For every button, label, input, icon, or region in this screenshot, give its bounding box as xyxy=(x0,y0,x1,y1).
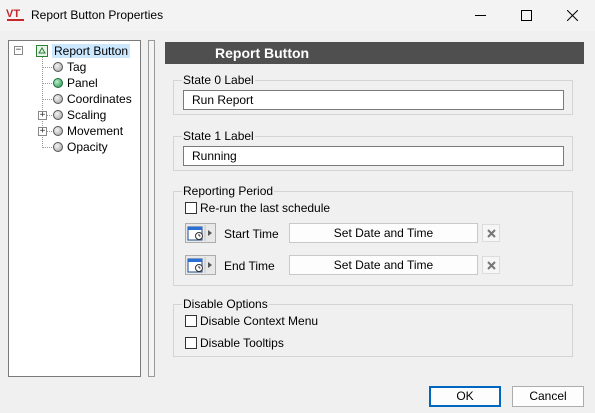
tree-item-opacity[interactable]: Opacity xyxy=(53,139,108,155)
tree-expand-toggle[interactable]: + xyxy=(38,111,47,120)
tree-item-label: Tag xyxy=(67,60,87,74)
tree-item-coordinates[interactable]: Coordinates xyxy=(53,91,132,107)
state1-label: State 1 Label xyxy=(182,129,255,143)
minimize-icon xyxy=(474,15,486,16)
ok-button[interactable]: OK xyxy=(429,386,501,407)
clear-x-icon xyxy=(486,260,496,270)
rerun-label: Re-run the last schedule xyxy=(200,201,331,215)
disable-context-menu-label: Disable Context Menu xyxy=(200,314,319,328)
disable-options-label: Disable Options xyxy=(182,297,269,311)
tree-item-label: Movement xyxy=(67,124,124,138)
disable-tooltips-checkbox[interactable] xyxy=(185,337,197,349)
properties-tree[interactable]: − Report Button Tag Panel Coordinates + … xyxy=(8,40,141,377)
state0-input[interactable]: Run Report xyxy=(183,90,564,110)
status-dot-icon xyxy=(53,142,63,152)
tree-item-panel[interactable]: Panel xyxy=(53,75,98,91)
clear-x-icon xyxy=(486,228,496,238)
end-set-date-button[interactable]: Set Date and Time xyxy=(289,255,478,275)
tree-item-label: Report Button xyxy=(52,44,131,58)
tree-item-label: Panel xyxy=(67,76,98,90)
tree-item-movement[interactable]: Movement xyxy=(53,123,123,139)
tree-item-label: Scaling xyxy=(67,108,107,122)
status-dot-icon xyxy=(53,62,63,72)
status-dot-active-icon xyxy=(53,78,63,88)
close-icon xyxy=(566,10,578,21)
calendar-clock-icon xyxy=(187,257,212,273)
tree-item-report-button[interactable]: Report Button xyxy=(36,43,131,59)
calendar-clock-icon xyxy=(187,225,212,241)
tree-expand-toggle[interactable]: + xyxy=(38,127,47,136)
start-clear-button[interactable] xyxy=(482,224,500,242)
status-dot-icon xyxy=(53,110,63,120)
disable-context-menu-checkbox[interactable] xyxy=(185,315,197,327)
disable-tooltips-label: Disable Tooltips xyxy=(200,336,284,350)
window-title: Report Button Properties xyxy=(31,8,164,22)
cancel-button[interactable]: Cancel xyxy=(512,386,584,407)
section-title: Report Button xyxy=(215,45,310,61)
minimize-button[interactable] xyxy=(457,0,503,31)
svg-text:VT: VT xyxy=(6,8,20,20)
start-calendar-button[interactable] xyxy=(185,223,216,243)
tree-item-scaling[interactable]: Scaling xyxy=(53,107,106,123)
close-button[interactable] xyxy=(549,0,595,31)
end-calendar-button[interactable] xyxy=(185,255,216,275)
title-bar: VT Report Button Properties xyxy=(0,0,595,31)
reporting-period-label: Reporting Period xyxy=(182,184,275,198)
tree-item-label: Opacity xyxy=(67,140,108,154)
start-time-label: Start Time xyxy=(224,227,279,241)
status-dot-icon xyxy=(53,94,63,104)
rerun-checkbox[interactable] xyxy=(185,202,197,214)
status-dot-icon xyxy=(53,126,63,136)
start-set-date-button[interactable]: Set Date and Time xyxy=(289,223,478,243)
tree-item-tag[interactable]: Tag xyxy=(53,59,86,75)
end-clear-button[interactable] xyxy=(482,256,500,274)
tree-collapse-toggle[interactable]: − xyxy=(14,46,23,55)
splitter[interactable] xyxy=(148,40,155,377)
vt-scada-logo-icon: VT xyxy=(6,6,26,24)
state0-label: State 0 Label xyxy=(182,73,255,87)
maximize-icon xyxy=(520,10,532,21)
tree-item-label: Coordinates xyxy=(67,92,132,106)
dialog-footer: OK Cancel xyxy=(0,380,595,413)
state1-input[interactable]: Running xyxy=(183,146,564,166)
section-header: Report Button xyxy=(165,42,584,64)
report-button-node-icon xyxy=(36,45,48,57)
maximize-button[interactable] xyxy=(503,0,549,31)
end-time-label: End Time xyxy=(224,259,275,273)
